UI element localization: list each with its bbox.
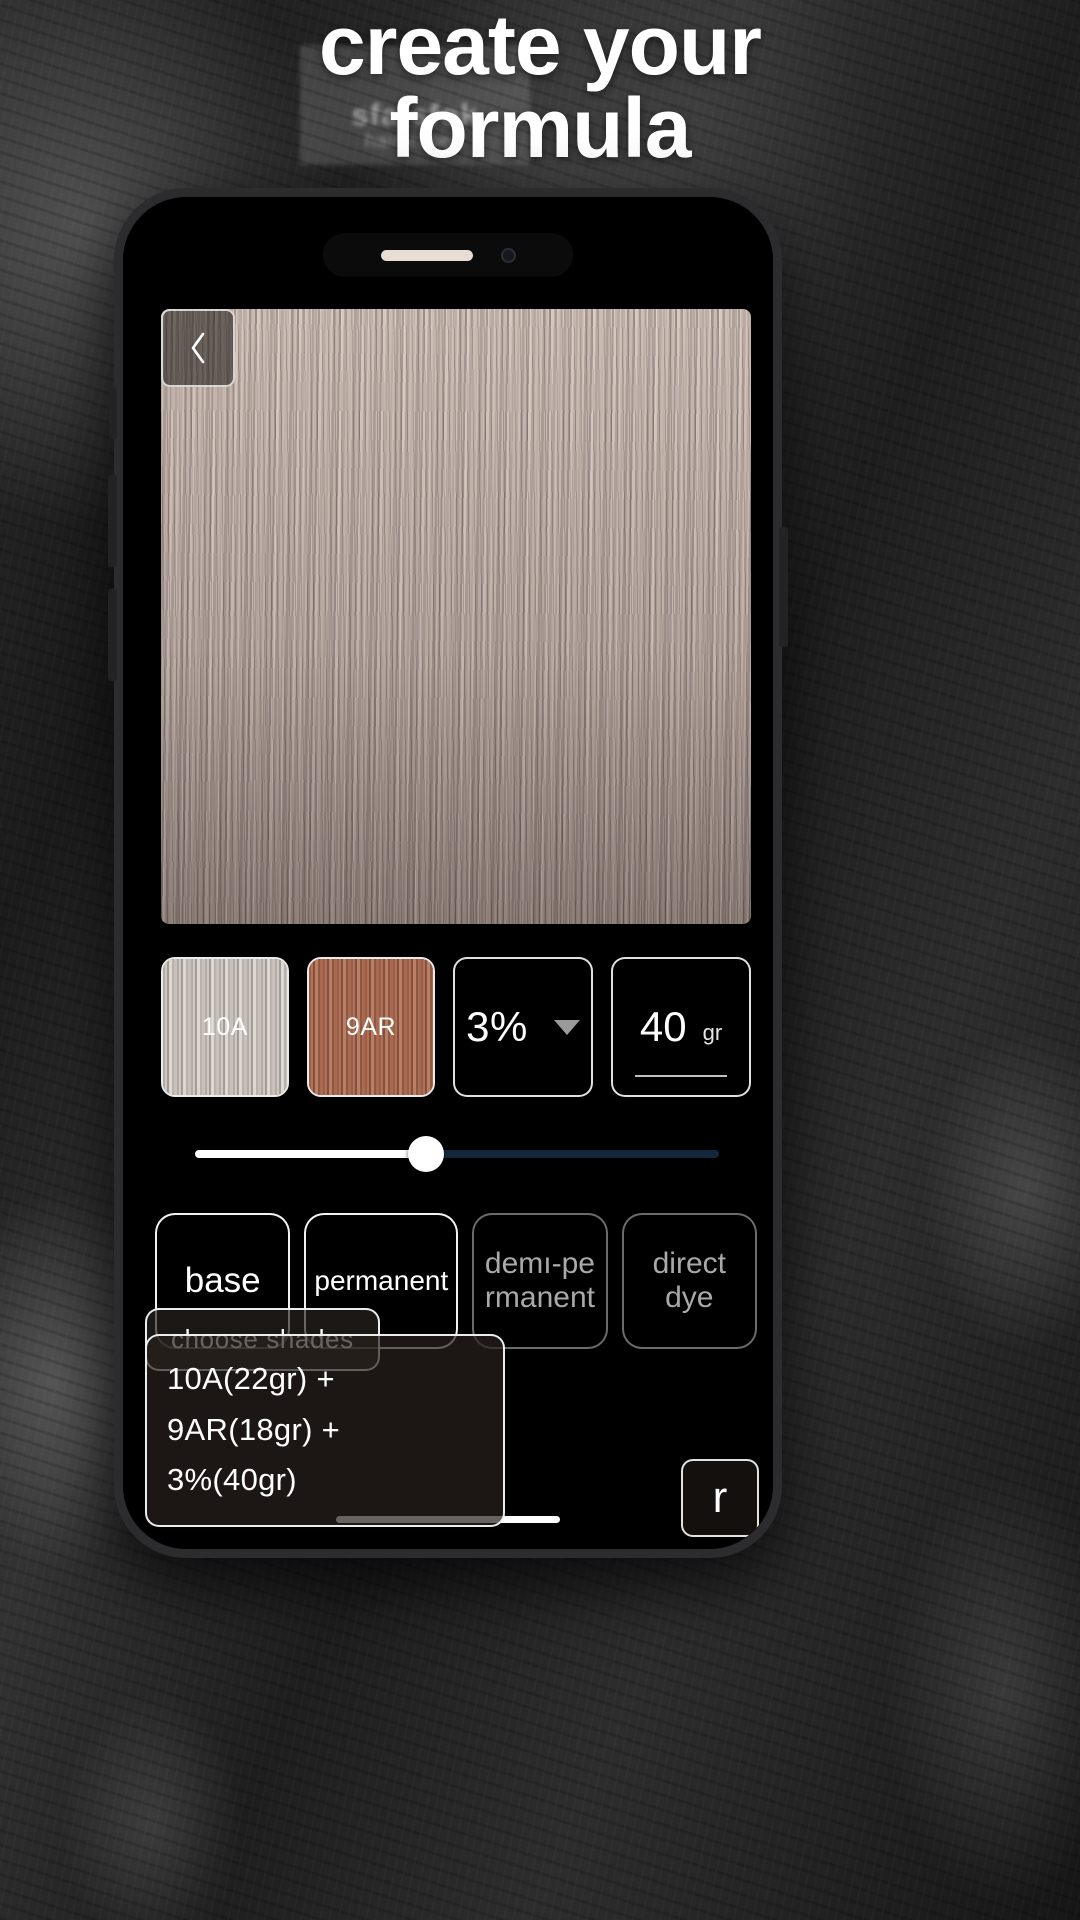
slider-fill <box>195 1150 426 1158</box>
formula-line-1: 10A(22gr) + 9AR(18gr) + <box>167 1361 341 1447</box>
earpiece-speaker <box>380 249 473 261</box>
formula-display[interactable]: 10A(22gr) + 9AR(18gr) + 3%(40gr) <box>145 1334 505 1527</box>
slider-thumb[interactable] <box>407 1136 444 1172</box>
phone-screen: choose shades 10A(22gr) + 9AR(18gr) + 3%… <box>123 197 773 1549</box>
phone-mockup: choose shades 10A(22gr) + 9AR(18gr) + 3%… <box>108 188 788 1558</box>
amount-value: 40 <box>639 1003 687 1050</box>
selection-row: 10A 9AR 3% 40 gr <box>161 957 751 1097</box>
chevron-down-icon <box>553 1019 580 1035</box>
shade-swatch-9ar-label: 9AR <box>345 1012 397 1041</box>
dye-type-direct-dye-button[interactable]: direct dye <box>621 1213 757 1349</box>
amount-slider[interactable] <box>195 1136 719 1172</box>
amount-input[interactable]: 40 gr <box>611 957 751 1097</box>
developer-volume-select[interactable]: 3% <box>453 957 593 1097</box>
page-title-line-1: create your <box>319 0 762 92</box>
formula-line-2: 3%(40gr) <box>167 1461 297 1497</box>
volume-down-button[interactable] <box>108 589 117 681</box>
power-button[interactable] <box>779 527 788 647</box>
shade-swatch-10a-label: 10A <box>202 1012 248 1041</box>
developer-volume-value: 3% <box>466 1003 528 1050</box>
reset-button[interactable]: r <box>681 1459 759 1537</box>
front-camera-icon <box>500 247 516 263</box>
silent-switch[interactable] <box>109 387 117 439</box>
page-title-line-2: formula <box>389 81 691 176</box>
amount-unit: gr <box>702 1020 723 1045</box>
page-title: create your formula <box>0 0 1080 176</box>
back-button[interactable] <box>161 309 235 387</box>
phone-notch <box>323 233 573 277</box>
shade-swatch-9ar[interactable]: 9AR <box>307 957 435 1097</box>
shade-swatch-10a[interactable]: 10A <box>161 957 289 1097</box>
hair-preview-image <box>161 309 751 924</box>
dye-type-demi-permanent-button[interactable]: demı-pe rmanent <box>472 1213 608 1349</box>
amount-input-underline <box>635 1075 727 1077</box>
volume-up-button[interactable] <box>108 475 117 567</box>
chevron-left-icon <box>191 332 205 364</box>
